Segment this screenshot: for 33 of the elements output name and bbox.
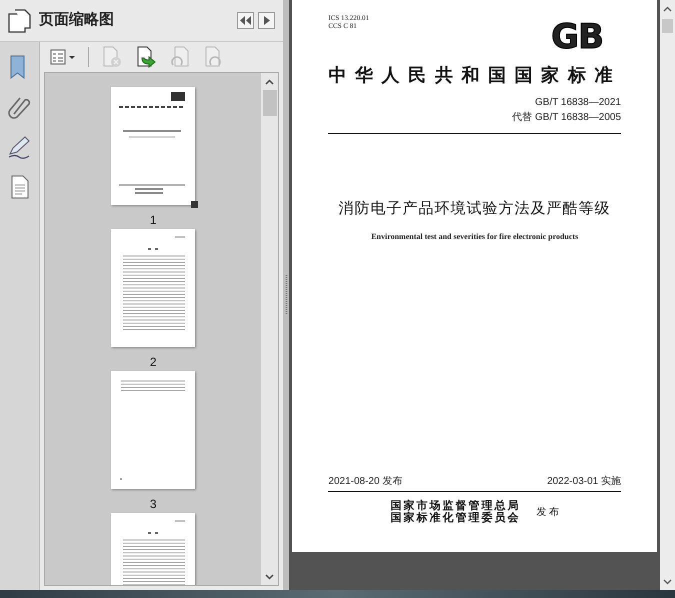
- replaces-note: 代替 GB/T 16838—2005: [512, 110, 621, 125]
- scroll-thumb[interactable]: [662, 19, 673, 33]
- collapse-button[interactable]: [237, 12, 254, 29]
- page-insert-icon: [135, 46, 157, 68]
- scrollbar[interactable]: [261, 73, 278, 585]
- issue-word: 发 布: [536, 506, 560, 520]
- english-title: Environmental test and severities for fire electronic products: [370, 230, 580, 242]
- list-options-icon: [50, 48, 76, 66]
- effective-date: 2022-03-01 实施: [547, 474, 621, 489]
- panel-title: 页面缩略图: [39, 10, 114, 30]
- issuing-authority: 国家市场监督管理总局: [390, 500, 520, 512]
- rotate-left-icon: [169, 46, 191, 68]
- national-standard-title: 中华人民共和国国家标准: [328, 64, 621, 88]
- page-delete-icon: [101, 46, 123, 68]
- page-number: 1: [150, 212, 157, 229]
- right-arrow-icon: [264, 16, 270, 25]
- splitter-grip-icon[interactable]: [284, 275, 288, 315]
- insert-page-button[interactable]: [135, 46, 157, 68]
- page-number: 2: [150, 354, 157, 371]
- document-title: 消防电子产品环境试验方法及严酷等级: [338, 199, 612, 219]
- options-menu-button[interactable]: [50, 48, 76, 66]
- pen-icon[interactable]: [6, 134, 32, 160]
- standard-number: GB/T 16838—2021: [535, 96, 621, 110]
- expand-button[interactable]: [258, 12, 276, 29]
- double-left-arrow-icon: [240, 16, 252, 25]
- issue-date: 2021-08-20 发布: [328, 475, 402, 489]
- page-number: 3: [150, 496, 157, 513]
- scroll-thumb[interactable]: [262, 90, 277, 116]
- view-area-marker[interactable]: [191, 201, 198, 208]
- gb-logo: GB: [551, 20, 603, 54]
- issuing-authority: 国家标准化管理委员会: [390, 512, 520, 524]
- thumbnails-icon: [7, 8, 33, 34]
- document-scrollbar[interactable]: [660, 0, 675, 590]
